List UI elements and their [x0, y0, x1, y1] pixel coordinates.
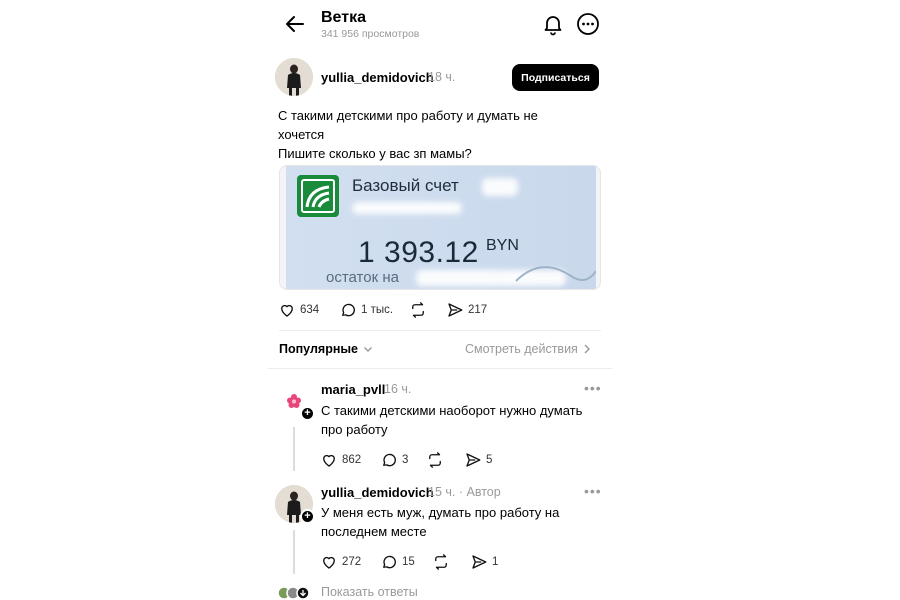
like-count: 634: [300, 304, 320, 316]
comment-username[interactable]: yullia_demidovich: [321, 485, 434, 500]
share-count: 217: [468, 304, 488, 316]
send-icon: [466, 453, 481, 467]
comment-bubble-icon: [342, 303, 355, 317]
comment-like-count: 272: [342, 556, 362, 568]
subscribe-button[interactable]: Подписаться: [512, 64, 599, 91]
thread-line: [293, 530, 295, 574]
comment-like-button[interactable]: 862: [320, 451, 361, 469]
post-time: 18 ч.: [428, 70, 456, 84]
chevron-right-icon: [584, 344, 590, 354]
redacted-blur: [482, 178, 518, 196]
sort-dropdown[interactable]: Популярные: [279, 342, 374, 356]
post-image[interactable]: Базовый счет 1 393.12 BYN остаток на: [279, 165, 601, 290]
card-decoration: [515, 266, 596, 282]
comment-reply-count: 15: [402, 556, 415, 568]
repost-icon: [435, 554, 447, 570]
comment-text: С такими детскими наоборот нужно думать …: [321, 401, 611, 439]
post-text: С такими детскими про работу и думать не…: [278, 106, 598, 163]
post-text-line: С такими детскими про работу и думать не: [278, 108, 538, 123]
comment-text-line: последнем месте: [321, 524, 427, 539]
comment-bubble-icon: [383, 555, 396, 569]
share-button[interactable]: 217: [446, 301, 487, 319]
comment-share-button[interactable]: 5: [464, 451, 492, 469]
comment-repost-button[interactable]: [432, 553, 450, 571]
comment-text-line: про работу: [321, 422, 388, 437]
comment-bubble-icon: [383, 453, 396, 467]
bank-screenshot: Базовый счет 1 393.12 BYN остаток на: [286, 166, 596, 289]
comment-time: 16 ч.: [384, 382, 412, 396]
balance-label: остаток на: [326, 269, 399, 286]
view-activity-link[interactable]: Смотреть действия: [465, 342, 592, 356]
heart-icon: [323, 454, 335, 467]
comment-time: 15 ч. · Автор: [428, 485, 501, 499]
author-tag: · Автор: [458, 485, 501, 499]
bank-logo-icon: [297, 175, 339, 217]
post-text-line: хочется: [278, 127, 325, 142]
repost-icon: [429, 452, 441, 468]
account-title: Базовый счет: [352, 176, 459, 195]
comment-like-button[interactable]: 272: [320, 553, 361, 571]
post-username[interactable]: yullia_demidovich: [321, 70, 434, 85]
bell-icon[interactable]: [541, 12, 565, 36]
comment-like-count: 862: [342, 454, 362, 466]
page-title: Ветка: [321, 9, 366, 26]
chevron-down-icon: [364, 347, 373, 352]
redacted-blur: [352, 202, 462, 214]
comment-count: 1 тыс.: [361, 304, 394, 316]
repost-icon: [412, 302, 424, 318]
post-text-line: Пишите сколько у вас зп мамы?: [278, 146, 472, 161]
repost-button[interactable]: [409, 301, 427, 319]
follow-plus-icon[interactable]: +: [300, 406, 315, 421]
comment-more-icon[interactable]: •••: [584, 483, 602, 499]
sort-label: Популярные: [279, 342, 359, 356]
back-arrow-icon[interactable]: [283, 12, 307, 36]
follow-plus-icon[interactable]: +: [300, 509, 315, 524]
thread-line: [293, 427, 295, 471]
heart-icon: [281, 304, 293, 317]
comment-share-count: 1: [492, 556, 499, 568]
comment-text: У меня есть муж, думать про работу на по…: [321, 503, 611, 541]
divider: [279, 330, 601, 331]
more-options-icon[interactable]: [576, 12, 600, 36]
comment-button[interactable]: 1 тыс.: [339, 301, 393, 319]
comment-time-value: 15 ч.: [428, 485, 456, 499]
comment-share-button[interactable]: 1: [470, 553, 498, 571]
comment-reply-count: 3: [402, 454, 409, 466]
comment-repost-button[interactable]: [426, 451, 444, 469]
comment-share-count: 5: [486, 454, 493, 466]
commenter-avatar[interactable]: [286, 393, 302, 409]
author-avatar[interactable]: [275, 58, 313, 96]
comment-reply-button[interactable]: 15: [380, 553, 415, 571]
balance-amount: 1 393.12: [358, 236, 479, 269]
divider: [268, 368, 612, 369]
comment-text-line: С такими детскими наоборот нужно думать: [321, 403, 583, 418]
like-button[interactable]: 634: [278, 301, 319, 319]
activity-label: Смотреть действия: [465, 342, 578, 356]
comment-reply-button[interactable]: 3: [380, 451, 408, 469]
comment-username[interactable]: maria_pvll: [321, 382, 385, 397]
comment-text-line: У меня есть муж, думать про работу на: [321, 505, 560, 520]
reply-avatars: [278, 586, 312, 600]
send-icon: [472, 555, 487, 569]
heart-icon: [323, 556, 335, 569]
comment-more-icon[interactable]: •••: [584, 380, 602, 396]
show-replies-link[interactable]: Показать ответы: [321, 585, 418, 599]
views-count: 341 956 просмотров: [321, 28, 420, 40]
send-icon: [448, 303, 463, 317]
